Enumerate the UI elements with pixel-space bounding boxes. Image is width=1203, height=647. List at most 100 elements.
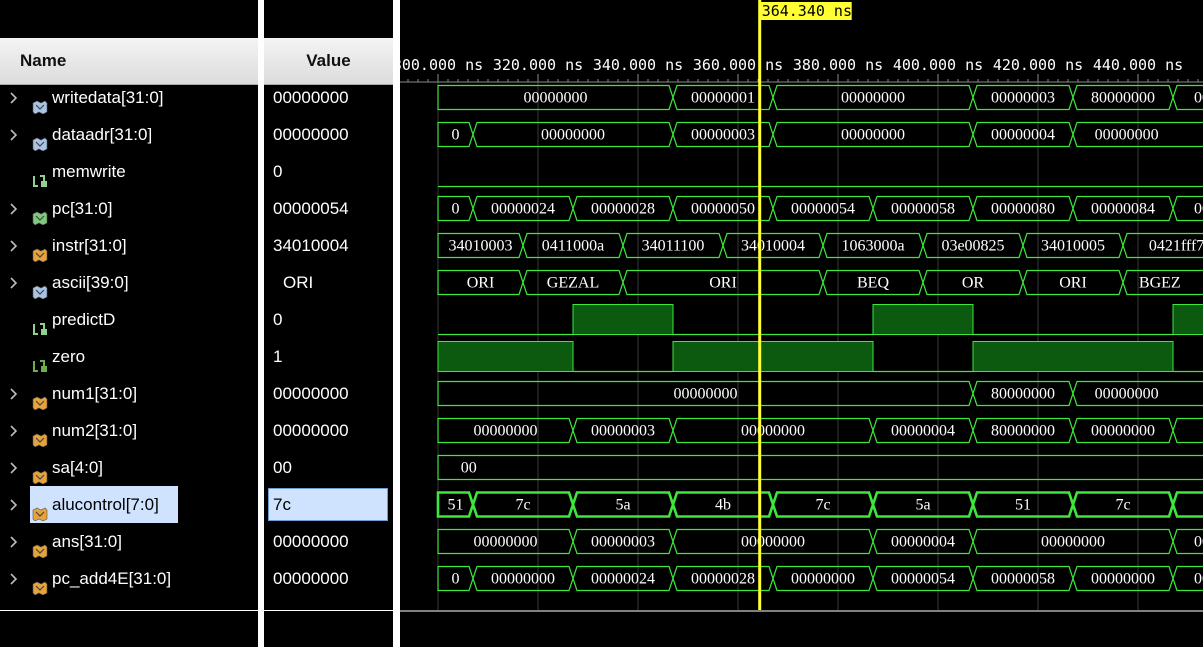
bus-icon (32, 275, 48, 300)
signal-row-writedata[interactable]: writedata[31:0] (0, 79, 258, 116)
bus-value-label: 00000000 (1095, 127, 1159, 144)
bus-value-label: 7c (815, 497, 830, 514)
bus-value-label: 00000 (1194, 90, 1203, 107)
signal-row-pc-add4e[interactable]: pc_add4E[31:0] (0, 560, 258, 597)
value-row-sa[interactable]: 00 (264, 449, 393, 486)
logic-high-segment (1172, 304, 1203, 335)
signal-row-num1[interactable]: num1[31:0] (0, 375, 258, 412)
bus-value-label: 51 (1015, 497, 1031, 514)
bus-value-label: 00000 (1194, 201, 1203, 218)
signal-name: predictD (52, 310, 116, 329)
value-row-pc[interactable]: 00000054 (264, 190, 393, 227)
signal-value: 0 (273, 162, 283, 181)
bus-value-label: 00000004 (891, 423, 955, 440)
signal-row-ans[interactable]: ans[31:0] (0, 523, 258, 560)
bus-value-label: 00000004 (891, 534, 955, 551)
timeline-tick-label: 300.000 ns (400, 56, 483, 74)
bus-value-label: 00000001 (691, 90, 755, 107)
logic-high-segment (672, 341, 874, 372)
bus-value-label: 7c (1115, 497, 1130, 514)
signal-row-sa[interactable]: sa[4:0] (0, 449, 258, 486)
timeline-tick-label: 360.000 ns (693, 56, 783, 74)
logic-high-segment (872, 304, 974, 335)
bus-value-label: 5a (615, 497, 630, 514)
bus-value-label: GEZAL (547, 275, 599, 292)
signal-row-ascii[interactable]: ascii[39:0] (0, 264, 258, 301)
bus-value-label: 0421fff7 (1149, 238, 1203, 255)
signal-name: pc_add4E[31:0] (52, 569, 172, 588)
signal-row-dataadr[interactable]: dataadr[31:0] (0, 116, 258, 153)
waveform-pane[interactable]: 300.000 ns 320.000 ns 340.000 ns 360.000 ns… (400, 0, 1203, 647)
bus-value-label: 00000024 (491, 201, 555, 218)
signal-value: 00000054 (273, 199, 349, 218)
timeline-tick-label: 380.000 ns (793, 56, 883, 74)
value-row-num1[interactable]: 00000000 (264, 375, 393, 412)
bus-value-label: 00000000 (541, 127, 605, 144)
waveform-canvas[interactable]: 300.000 ns 320.000 ns 340.000 ns 360.000 ns… (400, 0, 1203, 647)
bus-value-label: 00000003 (591, 423, 655, 440)
signal-value: 00000000 (273, 532, 349, 551)
signal-row-num2[interactable]: num2[31:0] (0, 412, 258, 449)
bus-value-label: 1063000a (841, 238, 904, 255)
bus-value-label: 00000000 (791, 571, 855, 588)
waveform-zero[interactable] (437, 341, 1203, 373)
bus-value-label: 00000000 (741, 423, 805, 440)
signal-row-pc[interactable]: pc[31:0] (0, 190, 258, 227)
bus-value-label: 00000 (1194, 571, 1203, 588)
signal-value: 00 (273, 458, 292, 477)
bus-output-icon (32, 497, 48, 522)
bus-value-label: 00000000 (474, 534, 538, 551)
bus-value-label: 00000058 (991, 571, 1055, 588)
signal-name: ascii[39:0] (52, 273, 129, 292)
value-row-memwrite[interactable]: 0 (264, 153, 393, 190)
bus-value-label: 80000000 (991, 423, 1055, 440)
bit-output-icon (32, 349, 48, 372)
value-pane-divider (264, 610, 393, 611)
signal-row-alucontrol[interactable]: alucontrol[7:0] (0, 486, 258, 523)
value-row-ascii[interactable]: ORI (264, 264, 393, 301)
bus-value-label: 00 (461, 460, 477, 477)
bus-value-label: 7c (515, 497, 530, 514)
bus-value-label: 00000000 (1091, 571, 1155, 588)
signal-value: 7c (273, 495, 291, 514)
value-row-num2[interactable]: 00000000 (264, 412, 393, 449)
signal-row-memwrite[interactable]: memwrite (0, 153, 258, 190)
timeline-tick-label: 400.000 ns (893, 56, 983, 74)
signal-value: 00000000 (273, 569, 349, 588)
value-row-zero[interactable]: 1 (264, 338, 393, 375)
signal-row-instr[interactable]: instr[31:0] (0, 227, 258, 264)
value-row-pc-add4e[interactable]: 00000000 (264, 560, 393, 597)
name-column-header[interactable]: Name (0, 38, 258, 85)
name-pane-divider (0, 610, 258, 611)
bus-output-icon (32, 460, 48, 485)
logic-high-segment (972, 341, 1174, 372)
value-row-alucontrol[interactable]: 7c (264, 486, 393, 523)
bus-value-label: 00000080 (991, 201, 1055, 218)
bus-value-label: 00000000 (741, 534, 805, 551)
timeline-tick-label: 440.000 ns (1093, 56, 1183, 74)
bus-value-label: 51 (448, 497, 464, 514)
bus-value-label: 00000000 (1095, 386, 1159, 403)
bus-icon (32, 90, 48, 115)
signal-name: sa[4:0] (52, 458, 104, 477)
bus-value-label: 00000000 (674, 386, 738, 403)
bus-value-label: 0 (452, 201, 460, 218)
wave-splitter[interactable] (393, 0, 400, 647)
value-column-header[interactable]: Value (264, 38, 393, 85)
value-row-predictd[interactable]: 0 (264, 301, 393, 338)
value-row-dataadr[interactable]: 00000000 (264, 116, 393, 153)
bus-value-label: 00000050 (691, 201, 755, 218)
bus-output-icon (32, 423, 48, 448)
bus-output-icon (32, 238, 48, 263)
value-header-label: Value (306, 51, 351, 70)
bus-value-label: 5a (915, 497, 930, 514)
value-row-writedata[interactable]: 00000000 (264, 79, 393, 116)
value-row-instr[interactable]: 34010004 (264, 227, 393, 264)
bus-value-label: 00000028 (691, 571, 755, 588)
signal-row-zero[interactable]: zero (0, 338, 258, 375)
bus-value-label: 00000084 (1091, 201, 1155, 218)
signal-value: 00000000 (273, 125, 349, 144)
signal-row-predictd[interactable]: predictD (0, 301, 258, 338)
bus-value-label: 00000004 (991, 127, 1055, 144)
value-row-ans[interactable]: 00000000 (264, 523, 393, 560)
